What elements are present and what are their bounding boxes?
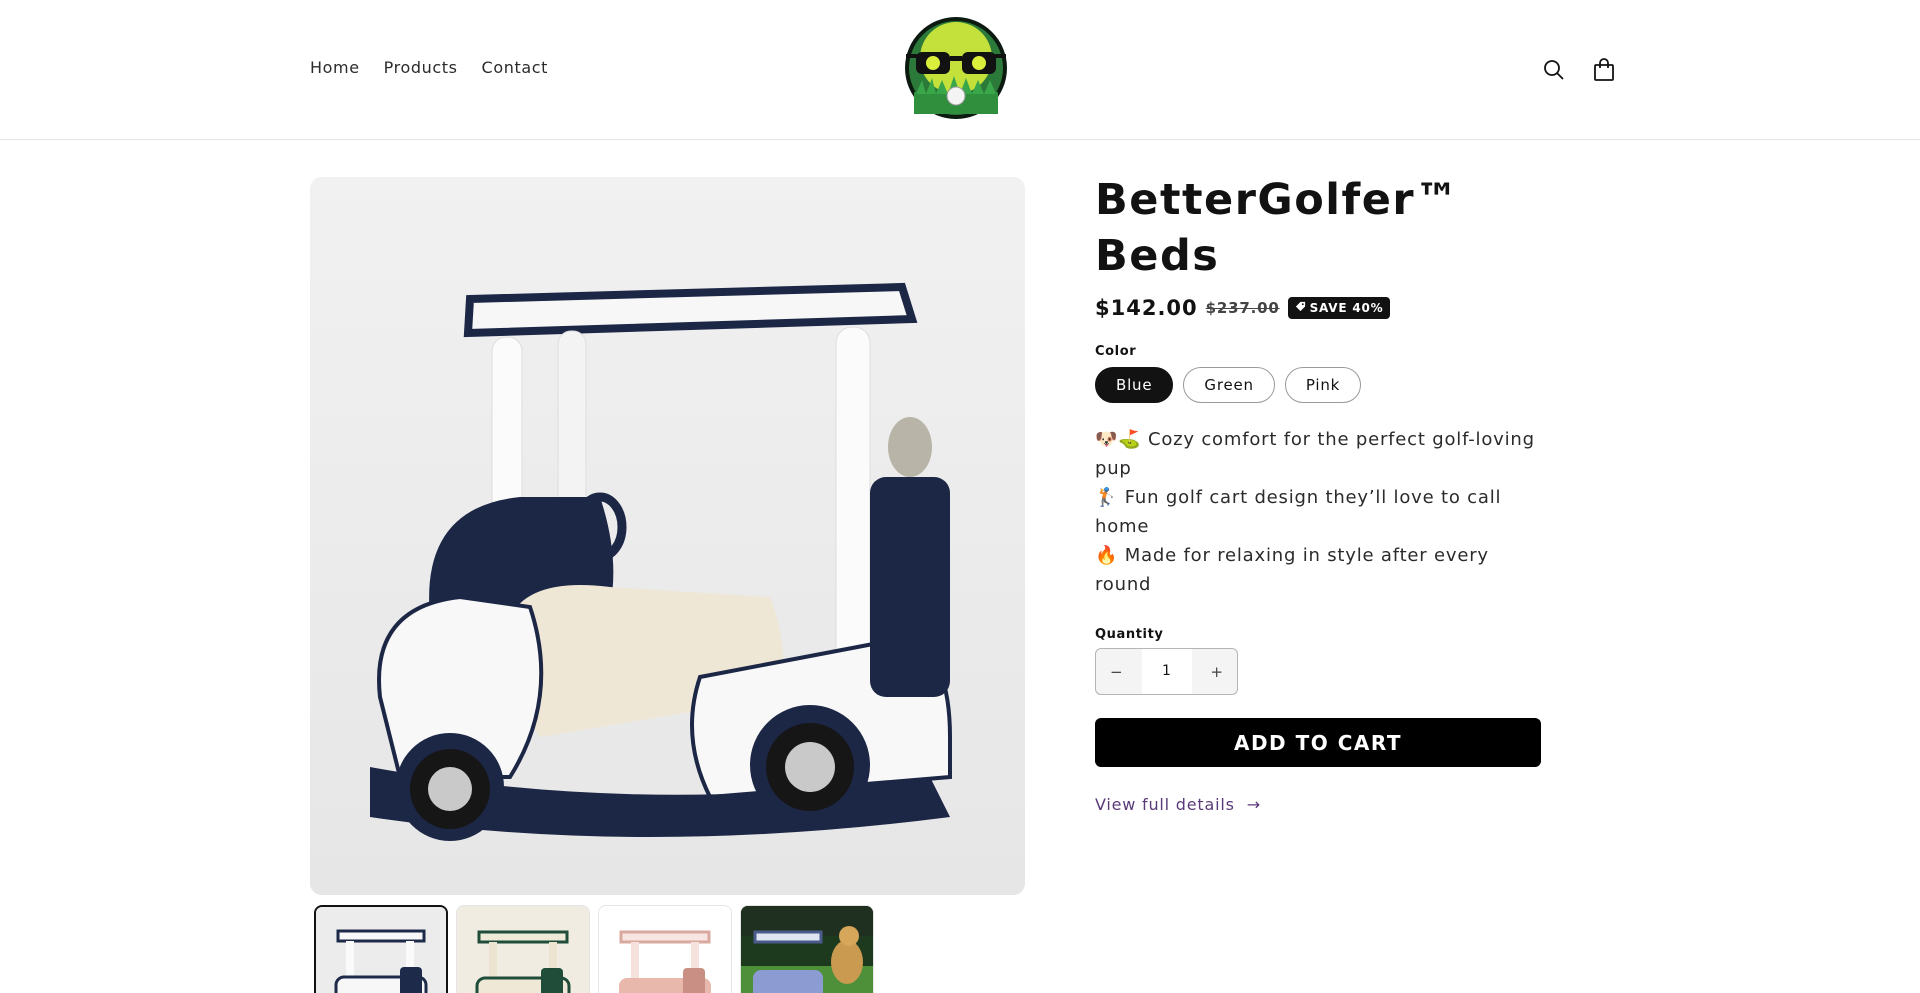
quantity-decrease-button[interactable]: − xyxy=(1110,663,1123,681)
quantity-input[interactable]: 1 xyxy=(1141,649,1192,694)
search-icon[interactable] xyxy=(1540,54,1568,86)
thumbnail-lifestyle[interactable] xyxy=(740,905,874,993)
feature-item: 🏌 Fun golf cart design they’ll love to c… xyxy=(1095,487,1502,537)
main-nav: Home Products Contact xyxy=(310,58,548,77)
product-main-image[interactable] xyxy=(310,177,1025,895)
feature-item: 🔥 Made for relaxing in style after every… xyxy=(1095,545,1489,595)
feature-list: 🐶⛳ Cozy comfort for the perfect golf-lov… xyxy=(1095,425,1545,599)
thumbnail-strip xyxy=(314,905,874,993)
sale-price: $142.00 xyxy=(1095,296,1198,320)
color-option-green[interactable]: Green xyxy=(1183,367,1275,403)
color-label: Color xyxy=(1095,344,1137,359)
site-header: Home Products Contact xyxy=(0,0,1920,140)
tag-icon xyxy=(1295,301,1306,315)
price-row: $142.00 $237.00 SAVE 40% xyxy=(1095,296,1545,320)
sale-badge-text: SAVE 40% xyxy=(1309,301,1384,315)
arrow-right-icon: → xyxy=(1246,795,1261,814)
header-actions xyxy=(1540,54,1618,86)
thumbnail-blue[interactable] xyxy=(314,905,448,993)
product-info: BetterGolfer™ Beds $142.00 $237.00 SAVE … xyxy=(1095,172,1545,814)
color-option-blue[interactable]: Blue xyxy=(1095,367,1174,403)
color-option-pink[interactable]: Pink xyxy=(1284,367,1362,403)
add-to-cart-button[interactable]: ADD TO CART xyxy=(1095,718,1541,767)
cart-icon[interactable] xyxy=(1590,54,1618,86)
thumbnail-green[interactable] xyxy=(456,905,590,993)
thumbnail-pink[interactable] xyxy=(598,905,732,993)
view-full-details-link[interactable]: View full details → xyxy=(1095,795,1545,814)
color-options: Blue Green Pink xyxy=(1095,367,1545,403)
nav-contact[interactable]: Contact xyxy=(482,58,548,77)
compare-price: $237.00 xyxy=(1205,299,1280,317)
quantity-label: Quantity xyxy=(1095,627,1164,642)
store-logo[interactable] xyxy=(896,14,1016,122)
feature-item: 🐶⛳ Cozy comfort for the perfect golf-lov… xyxy=(1095,429,1535,479)
nav-products[interactable]: Products xyxy=(384,58,458,77)
sale-badge: SAVE 40% xyxy=(1287,297,1391,319)
quantity-stepper: − 1 + xyxy=(1095,648,1238,695)
view-details-label: View full details xyxy=(1095,795,1235,814)
nav-home[interactable]: Home xyxy=(310,58,360,77)
quantity-increase-button[interactable]: + xyxy=(1210,663,1223,681)
product-title: BetterGolfer™ Beds xyxy=(1095,175,1460,281)
